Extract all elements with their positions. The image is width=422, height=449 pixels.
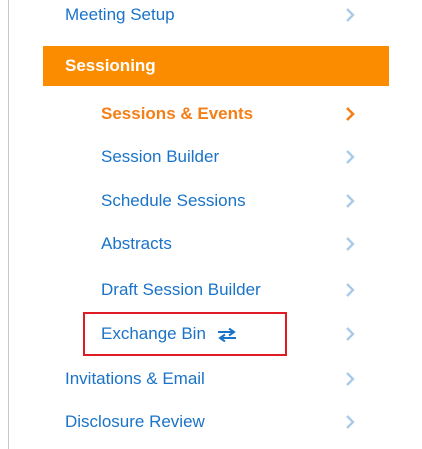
chevron-right-icon xyxy=(346,415,355,429)
nav-item-schedule-sessions[interactable]: Schedule Sessions xyxy=(9,181,413,221)
nav-item-label: Exchange Bin xyxy=(101,324,237,344)
chevron-right-icon xyxy=(346,283,355,297)
chevron-right-icon xyxy=(346,8,355,23)
nav-item-meeting-setup[interactable]: Meeting Setup xyxy=(9,0,413,38)
chevron-right-icon xyxy=(346,372,355,386)
nav-item-sessions-events[interactable]: Sessions & Events xyxy=(9,94,413,134)
chevron-right-icon xyxy=(346,150,355,164)
nav-item-label: Sessions & Events xyxy=(101,104,254,123)
nav-item-label: Draft Session Builder xyxy=(101,280,261,299)
chevron-right-icon xyxy=(346,327,355,341)
chevron-right-icon xyxy=(346,194,355,208)
nav-item-session-builder[interactable]: Session Builder xyxy=(9,137,413,177)
nav-item-label: Schedule Sessions xyxy=(101,191,246,210)
navigation-panel: Meeting Setup Sessioning Sessions & Even… xyxy=(0,0,422,449)
side-nav: Meeting Setup Sessioning Sessions & Even… xyxy=(9,0,413,449)
nav-item-disclosure-review[interactable]: Disclosure Review xyxy=(9,402,413,442)
chevron-right-icon xyxy=(346,237,355,251)
nav-item-label: Session Builder xyxy=(101,147,220,166)
nav-item-abstracts[interactable]: Abstracts xyxy=(9,224,413,264)
exchange-bin-text: Exchange Bin xyxy=(101,324,206,343)
nav-item-label: Abstracts xyxy=(101,234,172,253)
nav-item-invitations-email[interactable]: Invitations & Email xyxy=(9,359,413,399)
nav-item-label: Invitations & Email xyxy=(65,369,205,388)
nav-item-label: Meeting Setup xyxy=(65,5,175,25)
section-header-sessioning[interactable]: Sessioning xyxy=(43,46,389,86)
swap-arrows-icon xyxy=(217,327,236,342)
section-header-label: Sessioning xyxy=(65,56,156,75)
nav-item-exchange-bin[interactable]: Exchange Bin xyxy=(9,314,413,354)
chevron-right-icon xyxy=(346,107,355,121)
nav-item-label: Disclosure Review xyxy=(65,412,205,431)
nav-item-draft-session-builder[interactable]: Draft Session Builder xyxy=(9,270,413,310)
